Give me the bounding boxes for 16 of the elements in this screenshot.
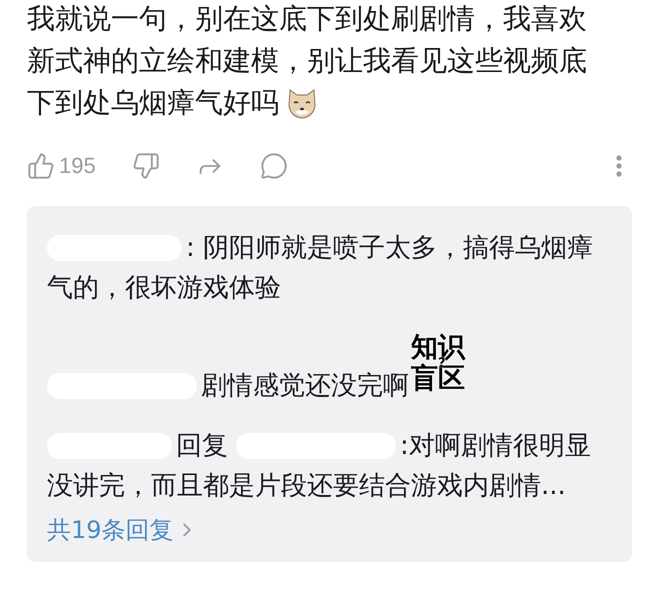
reply-text: : 阴阳师就是喷子太多，搞得乌烟瘴 xyxy=(186,232,594,265)
dislike-button[interactable] xyxy=(132,152,160,180)
more-button[interactable] xyxy=(616,155,622,177)
comment-button[interactable] xyxy=(260,152,288,180)
reply-text: :对啊剧情很明显 xyxy=(400,430,591,463)
comment-text: 新式神的立绘和建模，别让我看见这些视频底 xyxy=(27,43,587,79)
thumbs-up-icon xyxy=(27,152,55,180)
like-button[interactable]: 195 xyxy=(27,152,96,180)
reply-text: 气的，很坏游戏体验 xyxy=(47,272,281,305)
reply-text: 剧情感觉还没完啊 xyxy=(201,370,409,403)
reply-text: 没讲完，而且都是片段还要结合游戏内剧情... xyxy=(47,470,566,503)
reply-word: 回复 xyxy=(176,430,228,463)
more-replies-link[interactable]: 共19条回复 xyxy=(47,514,198,546)
more-dots-icon xyxy=(616,155,622,177)
comment-text: 我就说一句，别在这底下到处刷剧情，我喜欢 xyxy=(27,1,587,37)
comment-text: 下到处乌烟瘴气好吗 xyxy=(27,85,279,121)
